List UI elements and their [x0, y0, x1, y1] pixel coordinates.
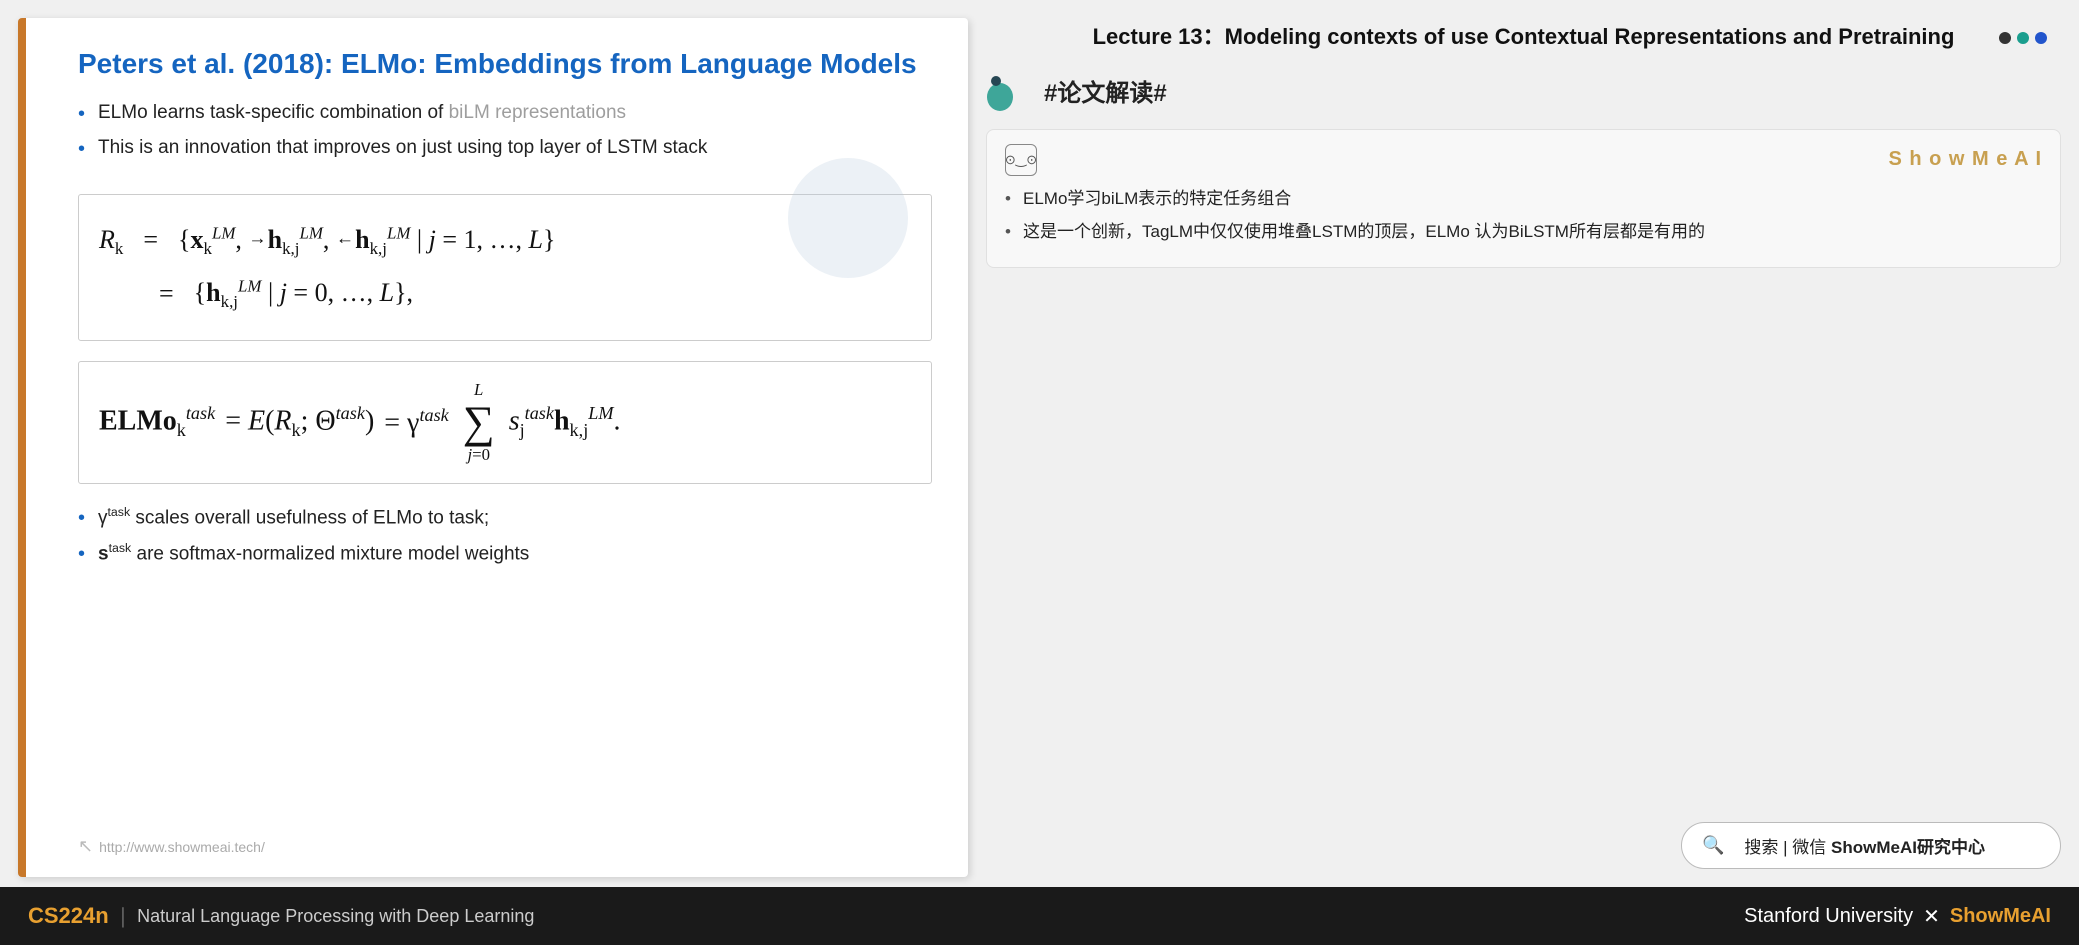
elmo-sj: sjtaskhk,jLM. — [509, 403, 621, 441]
bullet-s: stask are softmax-normalized mixture mod… — [78, 540, 932, 568]
formula-box-rk: Rk = {xkLM, →h k,jLM, ←h k,jLM | j = 1, … — [78, 194, 932, 341]
showmeai-robot-icon: ⊙‿⊙ — [1005, 144, 1037, 176]
bottom-divider: | — [121, 903, 125, 929]
x-separator: ✕ — [1923, 904, 1940, 929]
showmeai-bottom-label: ShowMeAI — [1950, 905, 2051, 928]
course-subtitle: Natural Language Processing with Deep Le… — [137, 906, 534, 927]
nav-dot-2 — [2017, 32, 2029, 44]
showmeai-card-header: ⊙‿⊙ S h o w M e A I — [1005, 144, 2042, 176]
bottom-left: CS224n | Natural Language Processing wit… — [28, 903, 534, 929]
stanford-text: Stanford University — [1744, 905, 1913, 928]
rk-lhs: Rk — [99, 217, 123, 265]
bilm-text: biLM representations — [449, 102, 626, 123]
lecture-title-area: Lecture 13：Modeling contexts of use Cont… — [986, 18, 2061, 57]
showmeai-bullet-2: 这是一个创新，TagLM中仅仅使用堆叠LSTM的顶层，ELMo 认为BiLSTM… — [1005, 219, 2042, 245]
search-area: 🔍 搜索 | 微信 ShowMeAI研究中心 — [986, 822, 2061, 877]
nav-dots — [1999, 32, 2047, 44]
search-label: 搜索 | 微信 — [1744, 838, 1826, 857]
showmeai-bullets: ELMo学习biLM表示的特定任务组合 这是一个创新，TagLM中仅仅使用堆叠L… — [1005, 186, 2042, 253]
elmo-eq1: = E(Rk; Θtask) — [225, 403, 374, 441]
bullet-item-1: ELMo learns task-specific combination of… — [78, 100, 932, 127]
bullet-list-top: ELMo learns task-specific combination of… — [78, 100, 932, 169]
search-icon: 🔍 — [1702, 835, 1724, 856]
elmo-eq2: = γtask — [384, 405, 448, 439]
showmeai-bullet-1: ELMo学习biLM表示的特定任务组合 — [1005, 186, 2042, 212]
rk-rhs: {xkLM, →h k,jLM, ←h k,jLM | j = 1, …, L} — [178, 217, 555, 265]
showmeai-brand-label: S h o w M e A I — [1888, 148, 2042, 171]
slide-title: Peters et al. (2018): ELMo: Embeddings f… — [78, 46, 932, 82]
nav-dot-1 — [1999, 32, 2011, 44]
formula-row-2: = {hk,jLM | j = 0, …, L}, — [99, 270, 911, 318]
search-bar[interactable]: 🔍 搜索 | 微信 ShowMeAI研究中心 — [1681, 822, 2061, 869]
backward-h: ←h — [336, 217, 370, 264]
elmo-formula-content: ELMoktask = E(Rk; Θtask) = γtask L ∑ j=0… — [99, 380, 911, 465]
tag-section: #论文解读# — [986, 71, 2061, 111]
wave-icon — [986, 71, 1032, 111]
lecture-title: Lecture 13：Modeling contexts of use Cont… — [986, 18, 2061, 57]
sigma-sum: L ∑ j=0 — [463, 380, 495, 465]
tag-text: #论文解读# — [1044, 73, 1167, 108]
search-brand: ShowMeAI研究中心 — [1831, 838, 1985, 857]
bottom-right: Stanford University ✕ ShowMeAI — [1744, 904, 2051, 929]
right-panel: Lecture 13：Modeling contexts of use Cont… — [986, 18, 2061, 877]
forward-h: →h — [248, 217, 282, 264]
bottom-bar: CS224n | Natural Language Processing wit… — [0, 887, 2079, 945]
bullet-item-2: This is an innovation that improves on j… — [78, 135, 932, 162]
elmo-term: ELMoktask — [99, 403, 215, 441]
url-text: http://www.showmeai.tech/ — [99, 839, 265, 855]
formula-rk-content: Rk = {xkLM, →h k,jLM, ←h k,jLM | j = 1, … — [99, 217, 911, 318]
equals-1: = — [143, 217, 158, 264]
equals-2: = — [159, 271, 174, 318]
nav-dot-3 — [2035, 32, 2047, 44]
slide-panel: Peters et al. (2018): ELMo: Embeddings f… — [18, 18, 968, 877]
url-line: ↖ http://www.showmeai.tech/ — [78, 826, 932, 857]
showmeai-card: ⊙‿⊙ S h o w M e A I ELMo学习biLM表示的特定任务组合 … — [986, 129, 2061, 268]
rk-line2: {hk,jLM | j = 0, …, L}, — [194, 270, 413, 318]
cs224n-label: CS224n — [28, 903, 109, 929]
elmo-formula-box: ELMoktask = E(Rk; Θtask) = γtask L ∑ j=0… — [78, 361, 932, 484]
formula-row-1: Rk = {xkLM, →h k,jLM, ←h k,jLM | j = 1, … — [99, 217, 911, 265]
bullet-list-bottom: γtask scales overall usefulness of ELMo … — [78, 504, 932, 576]
cursor-icon: ↖ — [78, 836, 93, 857]
bullet-gamma: γtask scales overall usefulness of ELMo … — [78, 504, 932, 532]
search-text: 搜索 | 微信 ShowMeAI研究中心 — [1744, 833, 1985, 858]
